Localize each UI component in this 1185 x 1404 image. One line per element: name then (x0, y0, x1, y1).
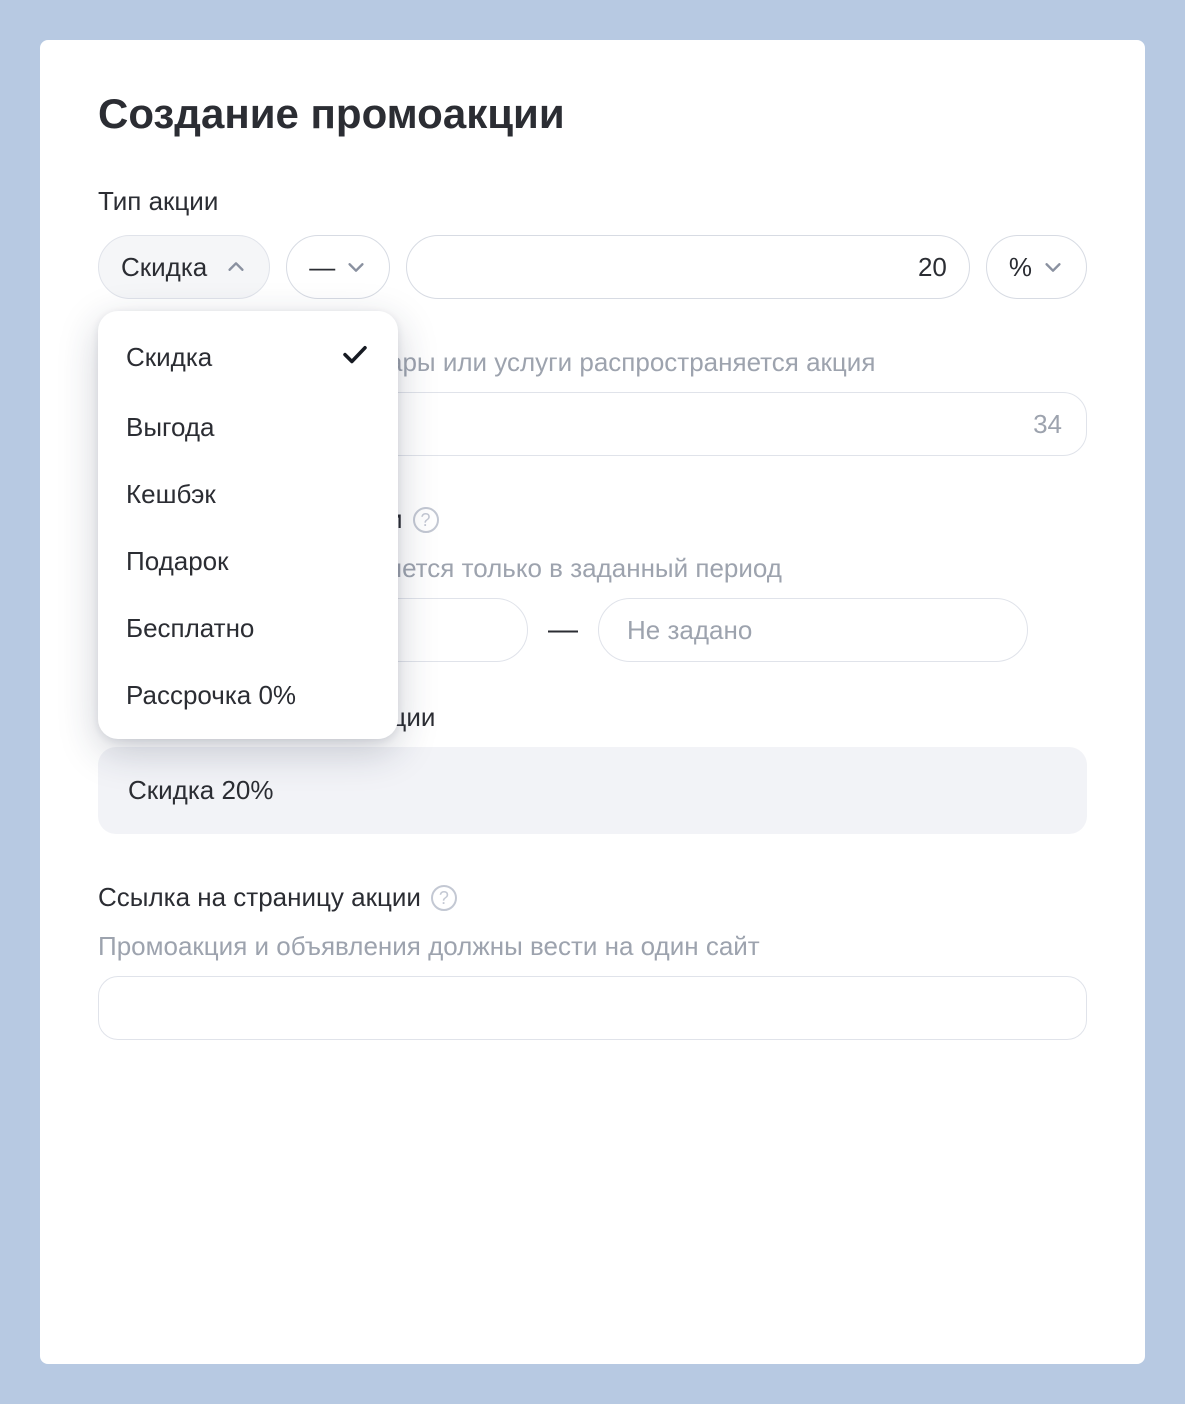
option-label: Подарок (126, 546, 229, 577)
chevron-up-icon (225, 256, 247, 278)
option-label: Выгода (126, 412, 214, 443)
unit-value: % (1009, 252, 1032, 283)
promo-form-card: Создание промоакции Тип акции Скидка — 2… (40, 40, 1145, 1364)
type-option-cashback[interactable]: Кешбэк (98, 461, 398, 528)
type-option-gift[interactable]: Подарок (98, 528, 398, 595)
period-end-placeholder: Не задано (627, 615, 752, 646)
type-select-value: Скидка (121, 252, 207, 283)
type-row: Скидка — 20 % Скидка (98, 235, 1087, 299)
subtype-dash: — (309, 252, 335, 283)
type-option-free[interactable]: Бесплатно (98, 595, 398, 662)
scope-counter: 34 (1033, 409, 1062, 440)
period-end-input[interactable]: Не задано (598, 598, 1028, 662)
help-icon[interactable]: ? (431, 885, 457, 911)
check-icon (340, 339, 370, 376)
type-label: Тип акции (98, 186, 1087, 217)
period-dash: — (548, 613, 578, 647)
page-title: Создание промоакции (98, 90, 1087, 138)
amount-value: 20 (918, 252, 947, 283)
option-label: Рассрочка 0% (126, 680, 296, 711)
chevron-down-icon (345, 256, 367, 278)
type-option-discount[interactable]: Скидка (98, 321, 398, 394)
option-label: Кешбэк (126, 479, 216, 510)
unit-select[interactable]: % (986, 235, 1087, 299)
link-label-text: Ссылка на страницу акции (98, 882, 421, 913)
link-label: Ссылка на страницу акции ? (98, 882, 1087, 913)
result-preview: Скидка 20% (98, 747, 1087, 834)
amount-input[interactable]: 20 (406, 235, 970, 299)
link-sublabel: Промоакция и объявления должны вести на … (98, 931, 1087, 962)
chevron-down-icon (1042, 256, 1064, 278)
option-label: Бесплатно (126, 613, 254, 644)
option-label: Скидка (126, 342, 212, 373)
subtype-select[interactable]: — (286, 235, 390, 299)
type-dropdown: Скидка Выгода Кешбэк Подарок Бесплатно Р… (98, 311, 398, 739)
type-option-installment[interactable]: Рассрочка 0% (98, 662, 398, 729)
result-value: Скидка 20% (128, 775, 274, 805)
type-option-benefit[interactable]: Выгода (98, 394, 398, 461)
help-icon[interactable]: ? (413, 507, 439, 533)
type-select[interactable]: Скидка (98, 235, 270, 299)
link-input[interactable] (98, 976, 1087, 1040)
